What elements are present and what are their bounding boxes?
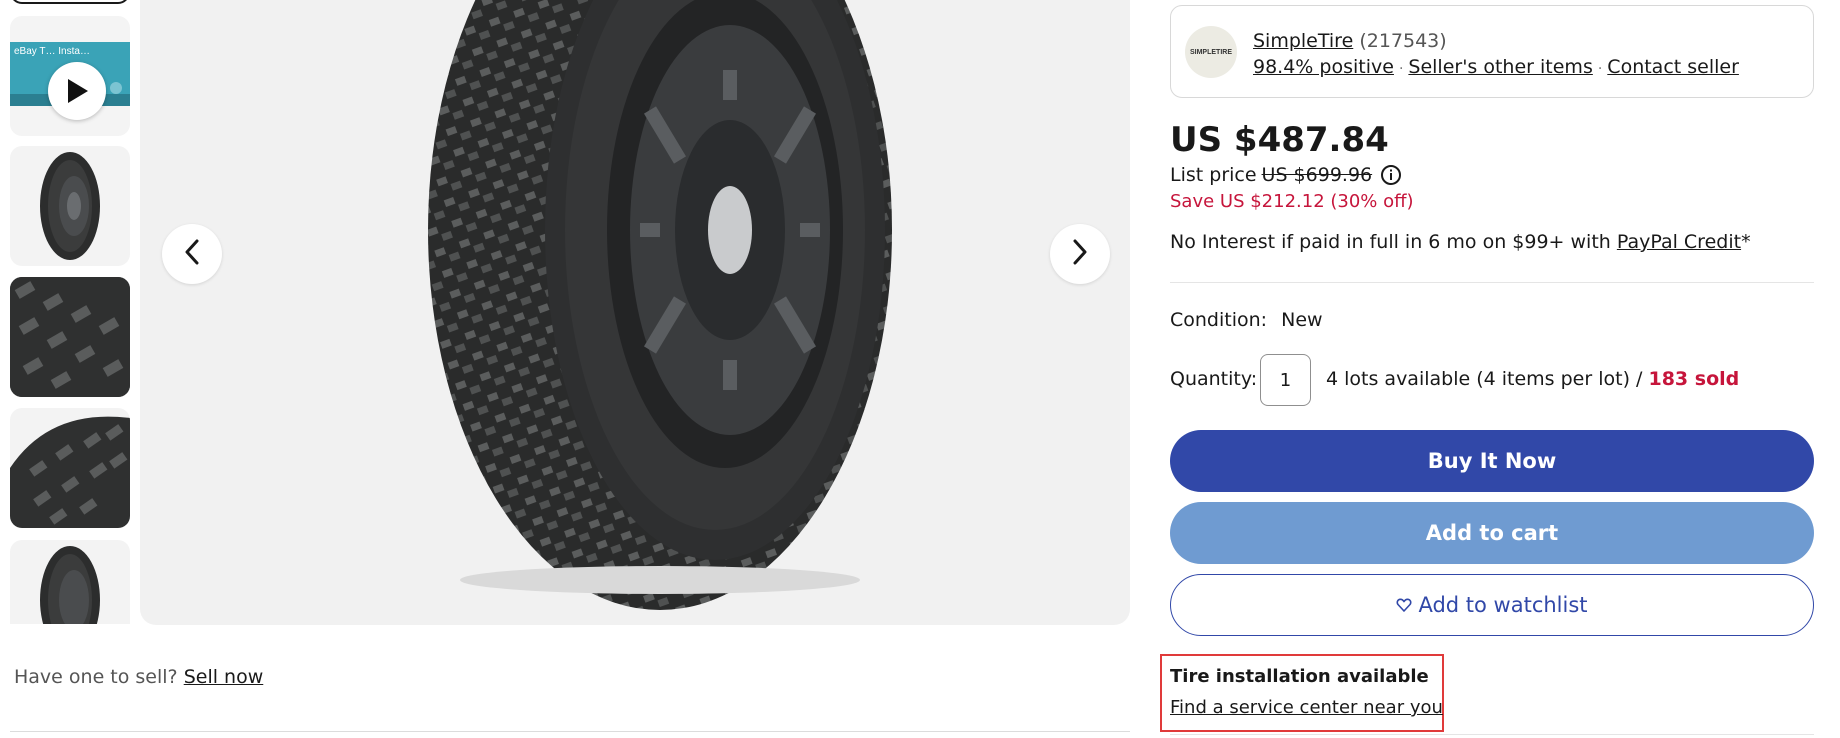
tire-thumbnail-4[interactable] [10, 540, 130, 624]
selected-thumbnail-frame[interactable] [10, 0, 130, 4]
tread-thumbnail-2[interactable] [10, 277, 130, 397]
video-thumbnail-label: eBay T… Insta… [14, 46, 90, 57]
seller-positive-link[interactable]: 98.4% positive [1253, 56, 1394, 78]
quantity-label: Quantity: [1170, 368, 1258, 390]
seller-links-row: 98.4% positive · Seller's other items · Cont… [1253, 56, 1739, 78]
installation-title: Tire installation available [1170, 666, 1429, 687]
buy-it-now-button[interactable]: Buy It Now [1170, 430, 1814, 492]
financing-suffix: * [1741, 231, 1751, 253]
chevron-left-icon [182, 238, 202, 270]
next-image-button[interactable] [1050, 224, 1110, 284]
seller-name-link[interactable]: SimpleTire [1253, 30, 1353, 52]
list-price-label: List price [1170, 164, 1257, 186]
condition-label: Condition: [1170, 309, 1268, 331]
add-to-cart-button[interactable]: Add to cart [1170, 502, 1814, 564]
quantity-availability: 4 lots available (4 items per lot) / 183… [1326, 368, 1739, 390]
sell-now-link[interactable]: Sell now [184, 666, 264, 688]
add-to-watchlist-button[interactable]: Add to watchlist [1170, 574, 1814, 636]
paypal-credit-link[interactable]: PayPal Credit [1617, 231, 1741, 253]
tire-thumbnail-1[interactable] [10, 146, 130, 266]
main-product-image[interactable] [140, 0, 1130, 625]
add-to-watchlist-label: Add to watchlist [1418, 593, 1588, 617]
condition-value: New [1281, 309, 1323, 331]
sold-count: 183 sold [1648, 368, 1740, 390]
previous-image-button[interactable] [162, 224, 222, 284]
seller-card: SIMPLETIRE SimpleTire (217543) 98.4% pos… [1170, 5, 1814, 98]
contact-seller-link[interactable]: Contact seller [1607, 56, 1739, 78]
divider [1170, 282, 1814, 283]
play-icon[interactable] [48, 62, 106, 120]
info-icon[interactable] [1380, 164, 1402, 186]
quantity-input[interactable] [1260, 354, 1311, 406]
seller-other-items-link[interactable]: Seller's other items [1408, 56, 1592, 78]
separator-dot: · [1398, 61, 1404, 77]
condition-row: Condition: New [1170, 309, 1323, 331]
divider [10, 731, 1130, 732]
seller-feedback-count: (217543) [1359, 30, 1447, 52]
separator-dot: · [1597, 61, 1603, 77]
add-to-cart-label: Add to cart [1425, 521, 1559, 545]
heart-icon [1396, 597, 1412, 613]
seller-name-row: SimpleTire (217543) [1253, 30, 1447, 52]
find-service-center-link[interactable]: Find a service center near you [1170, 697, 1443, 718]
item-price: US $487.84 [1170, 120, 1389, 160]
seller-logo[interactable]: SIMPLETIRE [1185, 26, 1237, 78]
financing-label: No Interest if paid in full in 6 mo on $… [1170, 231, 1617, 253]
buy-it-now-label: Buy It Now [1427, 449, 1557, 473]
sell-prompt: Have one to sell? Sell now [14, 666, 263, 688]
seller-logo-text: SIMPLETIRE [1189, 48, 1232, 56]
chevron-right-icon [1070, 238, 1090, 270]
lots-available: 4 lots available (4 items per lot) / [1326, 368, 1649, 390]
savings-text: Save US $212.12 (30% off) [1170, 191, 1414, 212]
list-price-value: US $699.96 [1261, 164, 1373, 186]
tread-thumbnail-3[interactable] [10, 408, 130, 528]
sell-question: Have one to sell? [14, 666, 178, 688]
list-price-row: List price US $699.96 [1170, 164, 1402, 186]
financing-text: No Interest if paid in full in 6 mo on $… [1170, 231, 1751, 253]
divider [1170, 734, 1814, 735]
video-thumbnail[interactable]: eBay T… Insta… [10, 16, 130, 136]
